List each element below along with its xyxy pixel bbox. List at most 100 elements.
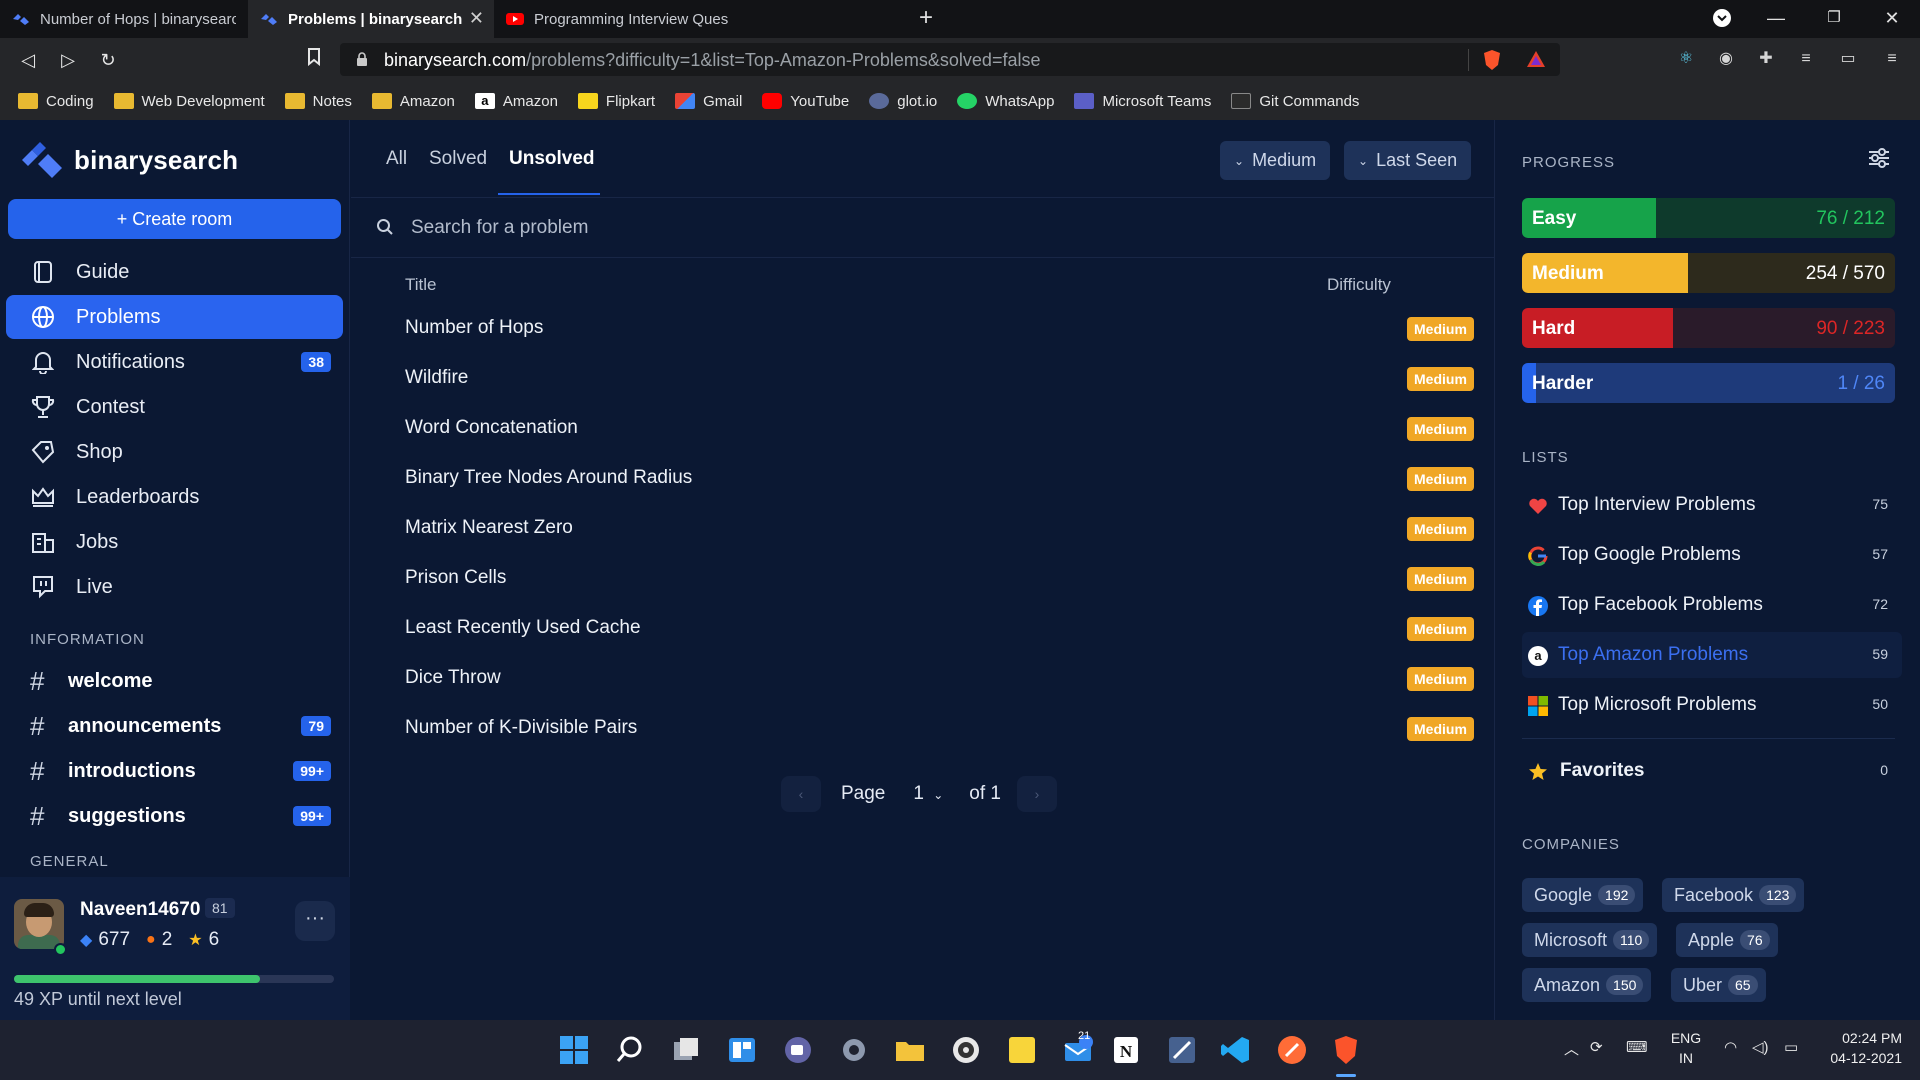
- wallet-icon[interactable]: ▭: [1838, 49, 1858, 69]
- username[interactable]: Naveen14670: [80, 899, 200, 921]
- create-room-button[interactable]: + Create room: [8, 199, 341, 239]
- problem-title[interactable]: Prison Cells: [405, 567, 506, 589]
- search-input[interactable]: [411, 210, 1311, 246]
- tab-solved[interactable]: Solved: [429, 148, 487, 170]
- brave-shield-icon[interactable]: [1482, 49, 1502, 71]
- sidebar-item-guide[interactable]: Guide: [6, 250, 343, 294]
- prev-page-button[interactable]: ‹: [781, 776, 821, 812]
- bookmark-git-commands[interactable]: Git Commands: [1231, 93, 1359, 110]
- company-chip-amazon[interactable]: Amazon 150: [1522, 968, 1652, 1002]
- sticky-notes-icon[interactable]: [1006, 1034, 1038, 1066]
- forward-icon[interactable]: ▷: [56, 48, 80, 72]
- problem-row[interactable]: Number of K-Divisible Pairs Medium: [405, 705, 1474, 755]
- next-page-button[interactable]: ›: [1017, 776, 1057, 812]
- problem-title[interactable]: Dice Throw: [405, 667, 501, 689]
- tab-search-icon[interactable]: [1710, 8, 1734, 32]
- sidebar-item-jobs[interactable]: Jobs: [6, 520, 343, 564]
- brave-rewards-icon[interactable]: [1526, 50, 1546, 68]
- company-chip-facebook[interactable]: Facebook 123: [1662, 878, 1805, 912]
- sidebar-item-shop[interactable]: Shop: [6, 430, 343, 474]
- sidebar-item-notifications[interactable]: Notifications 38: [6, 340, 343, 384]
- sync-icon[interactable]: ⟳: [1590, 1038, 1603, 1056]
- company-chip-uber[interactable]: Uber 65: [1671, 968, 1766, 1002]
- system-clock[interactable]: 02:24 PM 04-12-2021: [1822, 1028, 1902, 1068]
- user-more-button[interactable]: ···: [295, 901, 335, 941]
- sidebar-item-problems[interactable]: Problems: [6, 295, 343, 339]
- problem-title[interactable]: Matrix Nearest Zero: [405, 517, 573, 539]
- bookmark-web-development[interactable]: Web Development: [113, 93, 265, 110]
- company-chip-apple[interactable]: Apple 76: [1676, 923, 1778, 957]
- close-tab-icon[interactable]: ✕: [469, 9, 484, 27]
- sidebar-item-live[interactable]: Live: [6, 565, 343, 609]
- list-top-interview[interactable]: Top Interview Problems 75: [1522, 482, 1902, 528]
- bookmark-youtube[interactable]: YouTube: [762, 93, 849, 110]
- browser-tab-number-of-hops[interactable]: Number of Hops | binarysearch: [0, 0, 248, 38]
- bookmark-whatsapp[interactable]: WhatsApp: [957, 93, 1054, 110]
- bookmark-microsoft-teams[interactable]: Microsoft Teams: [1074, 93, 1211, 110]
- snipping-tool-icon[interactable]: [1166, 1034, 1198, 1066]
- file-explorer-icon[interactable]: [894, 1034, 926, 1066]
- notion-icon[interactable]: N: [1110, 1034, 1142, 1066]
- search-icon[interactable]: [614, 1034, 646, 1066]
- list-top-amazon[interactable]: a Top Amazon Problems 59: [1522, 632, 1902, 678]
- extensions-puzzle-icon[interactable]: ✚: [1756, 49, 1776, 69]
- problem-row[interactable]: Matrix Nearest Zero Medium: [405, 505, 1474, 555]
- settings-gear-icon[interactable]: [838, 1034, 870, 1066]
- channel-introductions[interactable]: # introductions 99+: [6, 751, 343, 791]
- address-bar[interactable]: binarysearch.com/problems?difficulty=1&l…: [340, 43, 1560, 76]
- volume-icon[interactable]: ◁): [1752, 1038, 1769, 1056]
- problem-title[interactable]: Number of K-Divisible Pairs: [405, 717, 637, 739]
- tray-overflow-icon[interactable]: ︿: [1564, 1038, 1579, 1059]
- record-extension-icon[interactable]: ◉: [1716, 49, 1736, 69]
- problem-row[interactable]: Least Recently Used Cache Medium: [405, 605, 1474, 655]
- sidebar-item-leaderboards[interactable]: Leaderboards: [6, 475, 343, 519]
- browser-menu-icon[interactable]: ≡: [1882, 49, 1902, 69]
- company-chip-google[interactable]: Google 192: [1522, 878, 1644, 912]
- list-top-facebook[interactable]: Top Facebook Problems 72: [1522, 582, 1902, 628]
- reload-icon[interactable]: ↻: [96, 48, 120, 72]
- maximize-window-icon[interactable]: ❐: [1822, 8, 1846, 28]
- playlist-icon[interactable]: ≡: [1796, 49, 1816, 69]
- problem-row[interactable]: Dice Throw Medium: [405, 655, 1474, 705]
- list-top-microsoft[interactable]: Top Microsoft Problems 50: [1522, 682, 1902, 728]
- avatar[interactable]: [14, 899, 64, 949]
- vscode-icon[interactable]: [1220, 1034, 1252, 1066]
- bookmark-gmail[interactable]: Gmail: [675, 93, 742, 110]
- list-top-google[interactable]: Top Google Problems 57: [1522, 532, 1902, 578]
- close-window-icon[interactable]: ✕: [1880, 8, 1904, 28]
- problem-title[interactable]: Least Recently Used Cache: [405, 617, 641, 639]
- filter-settings-icon[interactable]: [1867, 147, 1891, 169]
- channel-suggestions[interactable]: # suggestions 99+: [6, 796, 343, 836]
- wifi-icon[interactable]: ◠: [1724, 1038, 1737, 1056]
- brave-browser-icon[interactable]: [1330, 1034, 1362, 1066]
- bookmark-icon[interactable]: [302, 48, 326, 72]
- problem-title[interactable]: Wildfire: [405, 367, 468, 389]
- problem-row[interactable]: Binary Tree Nodes Around Radius Medium: [405, 455, 1474, 505]
- sort-dropdown[interactable]: ⌄ Last Seen: [1344, 141, 1472, 180]
- logo[interactable]: binarysearch: [20, 142, 238, 178]
- problem-row[interactable]: Word Concatenation Medium: [405, 405, 1474, 455]
- language-indicator[interactable]: ENG IN: [1668, 1028, 1704, 1068]
- channel-announcements[interactable]: # announcements 79: [6, 706, 343, 746]
- postman-icon[interactable]: [1276, 1034, 1308, 1066]
- media-player-icon[interactable]: [950, 1034, 982, 1066]
- page-select[interactable]: 1 ⌄: [913, 783, 943, 805]
- channel-welcome[interactable]: # welcome: [6, 661, 343, 701]
- bookmark-amazon[interactable]: a Amazon: [474, 93, 558, 110]
- new-tab-button[interactable]: +: [914, 6, 938, 30]
- keyboard-icon[interactable]: ⌨: [1626, 1038, 1648, 1056]
- problem-row[interactable]: Number of Hops Medium: [405, 305, 1474, 355]
- sidebar-item-contest[interactable]: Contest: [6, 385, 343, 429]
- tab-unsolved[interactable]: Unsolved: [509, 148, 595, 170]
- bookmark-amazon-folder[interactable]: Amazon: [371, 93, 455, 110]
- bookmark-flipkart[interactable]: Flipkart: [577, 93, 655, 110]
- tab-all[interactable]: All: [386, 148, 407, 170]
- company-chip-microsoft[interactable]: Microsoft 110: [1522, 923, 1658, 957]
- react-devtools-icon[interactable]: ⚛: [1676, 49, 1696, 69]
- back-icon[interactable]: ◁: [16, 48, 40, 72]
- problem-title[interactable]: Word Concatenation: [405, 417, 578, 439]
- browser-tab-programming-interview[interactable]: Programming Interview Question: Min: [494, 0, 740, 38]
- teams-chat-icon[interactable]: [782, 1034, 814, 1066]
- minimize-window-icon[interactable]: —: [1764, 8, 1788, 28]
- problem-row[interactable]: Prison Cells Medium: [405, 555, 1474, 605]
